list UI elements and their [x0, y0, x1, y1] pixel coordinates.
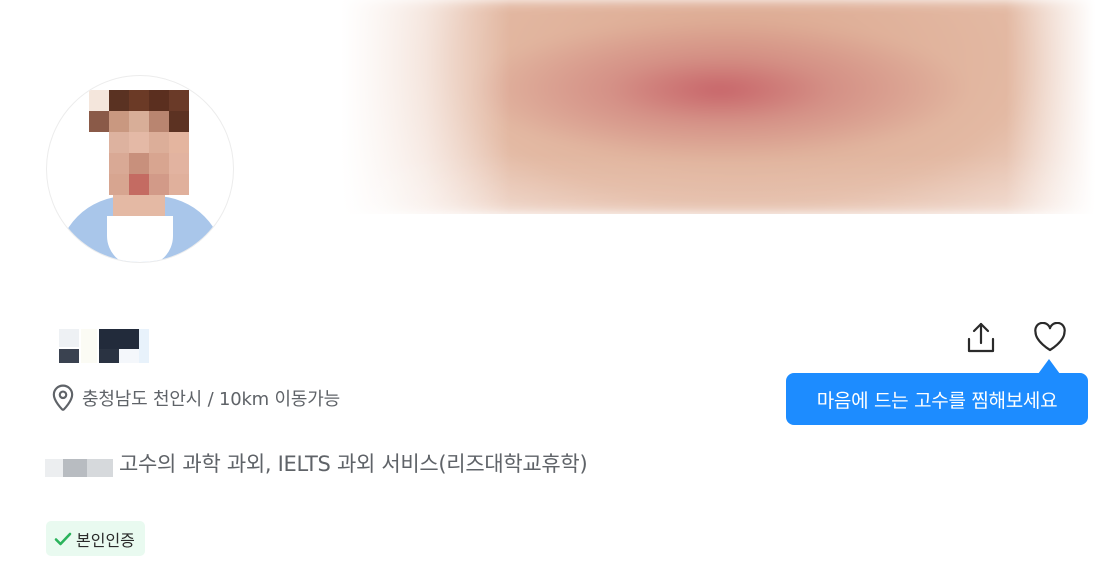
like-tooltip: 마음에 드는 고수를 찜해보세요: [786, 373, 1088, 425]
profile-name-redacted: [59, 329, 149, 363]
verified-badge: 본인인증: [46, 521, 145, 556]
avatar-face-mosaic: [89, 90, 189, 195]
heart-icon: [1034, 322, 1066, 352]
location-text: 충청남도 천안시 / 10km 이동가능: [82, 389, 340, 410]
check-icon: [54, 532, 72, 545]
service-category-redacted: [45, 459, 113, 479]
verified-badge-label: 본인인증: [76, 530, 135, 550]
service-title: 고수의 과학 과외, IELTS 과외 서비스(리즈대학교휴학): [119, 452, 588, 476]
tooltip-text: 마음에 드는 고수를 찜해보세요: [816, 389, 1058, 412]
location-row: 충청남도 천안시 / 10km 이동가능: [50, 383, 340, 413]
avatar: [46, 75, 234, 263]
tooltip-arrow: [1038, 359, 1060, 374]
share-button[interactable]: [960, 317, 1002, 359]
like-button[interactable]: [1028, 315, 1072, 359]
location-pin-icon: [52, 384, 74, 411]
profile-page: 충청남도 천안시 / 10km 이동가능 고수의 과학 과외, IELTS 과외…: [0, 0, 1096, 588]
share-icon: [967, 322, 995, 353]
service-row: 고수의 과학 과외, IELTS 과외 서비스(리즈대학교휴학): [45, 448, 588, 479]
cover-image: [340, 0, 1096, 214]
